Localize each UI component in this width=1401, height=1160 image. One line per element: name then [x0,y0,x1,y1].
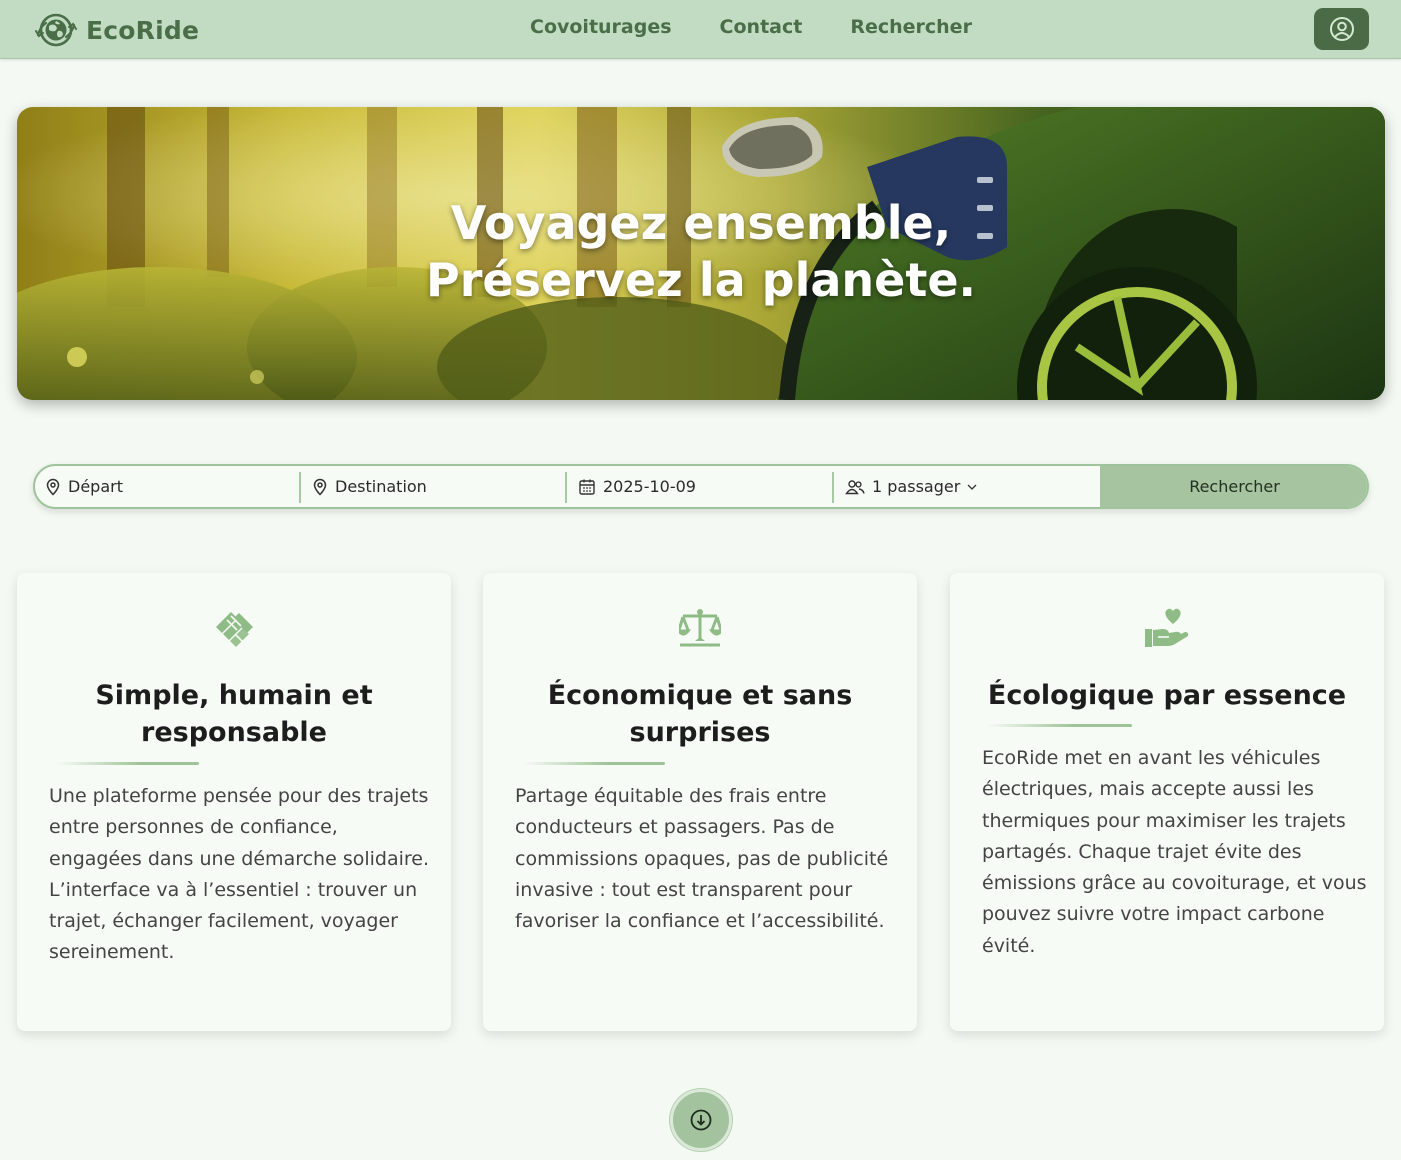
calendar-icon [579,479,595,495]
users-icon [845,479,865,494]
search-divider [565,472,567,503]
hero-title-line2: Préservez la planète. [425,253,976,307]
search-divider [299,472,301,503]
card-divider [523,762,665,765]
scale-balance-icon [679,609,721,647]
feature-card-ecologique: Écologique par essence EcoRide met en av… [950,573,1384,1031]
trip-search-form: 2025-10-09 1 passager Rechercher [33,464,1369,509]
card-title: Écologique par essence [987,680,1347,711]
feature-card-simple: Simple, humain et responsable Une platef… [17,573,451,1031]
brand-name: EcoRide [86,15,200,45]
map-pin-icon [46,478,60,496]
card-text: Une plateforme pensée pour des trajets e… [49,785,430,964]
user-circle-icon [1329,17,1354,41]
handshake-icon [216,612,253,647]
search-divider [832,472,834,503]
arrow-down-circle-icon [690,1109,712,1131]
scroll-down-button[interactable] [670,1089,732,1151]
nav-link-contact[interactable]: Contact [720,16,803,38]
date-value: 2025-10-09 [603,477,696,496]
search-submit-button[interactable]: Rechercher [1100,466,1367,507]
brand[interactable]: EcoRide [34,11,199,49]
navbar: EcoRide Covoiturages Contact Rechercher [0,0,1401,59]
chevron-down-icon [967,484,977,490]
map-pin-icon [313,478,327,496]
card-title: Simple, humain et responsable [95,680,373,748]
feature-card-economique: Économique et sans surprises Partage équ… [483,573,917,1031]
hand-heart-icon [1145,608,1189,647]
destination-segment[interactable] [312,466,567,507]
passengers-value: 1 passager [872,477,961,496]
earth-globe-icon [35,13,77,47]
card-title: Économique et sans surprises [547,680,853,748]
hero-title: Voyagez ensemble, Préservez la planète. [17,195,1385,309]
card-text: Partage équitable des frais entre conduc… [515,785,889,933]
hero-banner: Voyagez ensemble, Préservez la planète. [17,107,1385,400]
date-segment[interactable]: 2025-10-09 [578,466,833,507]
main-nav: Covoiturages Contact Rechercher [530,16,972,38]
hero-title-line1: Voyagez ensemble, [450,196,952,250]
card-divider [57,762,199,765]
card-text: EcoRide met en avant les véhicules élect… [982,747,1367,957]
card-divider [986,724,1132,727]
passengers-select[interactable]: 1 passager [845,466,1095,507]
nav-link-rechercher[interactable]: Rechercher [850,16,972,38]
nav-link-covoiturages[interactable]: Covoiturages [530,16,672,38]
departure-segment[interactable] [45,466,300,507]
departure-input[interactable] [68,477,268,496]
user-account-button[interactable] [1314,8,1369,50]
destination-input[interactable] [335,477,535,496]
